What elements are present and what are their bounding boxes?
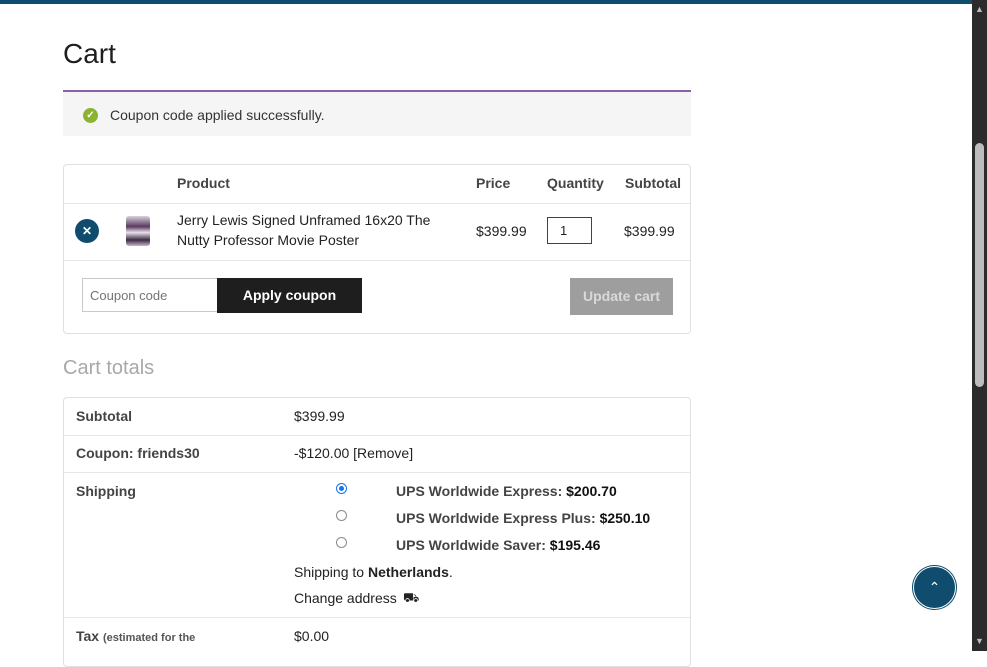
shipping-label: Shipping [76,483,136,499]
remove-coupon-link[interactable]: [Remove] [353,445,413,461]
shipping-option-name: UPS Worldwide Express Plus: [396,510,596,526]
tax-value: $0.00 [294,628,330,644]
header-quantity: Quantity [547,175,604,191]
shipping-to-suffix: . [448,564,453,580]
product-thumbnail[interactable] [126,216,150,246]
product-subtotal: $399.99 [624,223,675,239]
quantity-input[interactable] [547,217,592,244]
product-name-link[interactable]: Jerry Lewis Signed Unframed 16x20 The Nu… [177,210,442,250]
shipping-destination: Shipping to Netherlands. [294,564,453,580]
row-divider [64,260,690,261]
coupon-value-wrap: -$120.00 [Remove] [294,445,413,461]
shipping-option-express[interactable]: UPS Worldwide Express: $200.70 [396,483,617,499]
check-circle-icon: ✓ [83,108,98,123]
cart-totals-title: Cart totals [63,357,155,379]
update-cart-button[interactable]: Update cart [570,278,673,315]
scroll-to-top-button[interactable]: ⌃ [913,566,956,609]
row-divider [64,472,690,473]
scroll-up-arrow-icon[interactable]: ▲ [972,2,987,16]
truck-icon[interactable]: ⛟ [403,590,419,608]
page-title: Cart [63,38,116,69]
success-notice: ✓ Coupon code applied successfully. [63,90,691,136]
scrollbar-thumb[interactable] [975,143,984,387]
shipping-option-name: UPS Worldwide Saver: [396,537,546,553]
shipping-to-prefix: Shipping to [294,564,365,580]
cart-totals-table: Subtotal $399.99 Coupon: friends30 -$120… [63,397,691,667]
remove-item-button[interactable]: ✕ [75,219,99,243]
shipping-option-saver[interactable]: UPS Worldwide Saver: $195.46 [396,537,600,553]
shipping-radio-express[interactable] [336,483,347,494]
coupon-code-input[interactable] [82,278,218,312]
row-divider [64,435,690,436]
header-product: Product [177,175,230,191]
shipping-country: Netherlands [367,564,449,580]
top-accent-bar [0,0,972,4]
shipping-option-price: $200.70 [566,483,617,499]
chevron-up-icon: ⌃ [928,579,941,595]
tax-note: (estimated for the [102,632,196,644]
shipping-option-express-plus[interactable]: UPS Worldwide Express Plus: $250.10 [396,510,650,526]
page-scrollbar[interactable]: ▲ ▼ [972,0,987,651]
coupon-discount: -$120.00 [294,445,350,461]
shipping-radio-express-plus[interactable] [336,510,347,521]
product-name-line1: Jerry Lewis Signed Unframed 16x20 The [177,212,431,228]
tax-label: Tax [76,628,100,644]
row-divider [64,617,690,618]
notice-message: Coupon code applied successfully. [110,107,325,123]
tax-label-wrap: Tax (estimated for the [76,628,195,644]
apply-coupon-button[interactable]: Apply coupon [217,278,362,313]
product-price: $399.99 [476,223,527,239]
shipping-option-price: $250.10 [599,510,651,526]
shipping-option-name: UPS Worldwide Express: [396,483,563,499]
subtotal-label: Subtotal [76,408,132,424]
product-name-line2: Nutty Professor Movie Poster [177,232,360,248]
change-address-link[interactable]: Change address [294,590,397,606]
coupon-label: Coupon: friends30 [76,445,200,461]
cart-table: Product Price Quantity Subtotal ✕ Jerry … [63,164,691,334]
header-price: Price [476,175,511,191]
subtotal-value: $399.99 [294,408,345,424]
header-subtotal: Subtotal [625,175,681,191]
scroll-down-arrow-icon[interactable]: ▼ [972,634,987,648]
row-divider [64,203,690,204]
shipping-radio-saver[interactable] [336,537,347,548]
shipping-option-price: $195.46 [549,537,601,553]
